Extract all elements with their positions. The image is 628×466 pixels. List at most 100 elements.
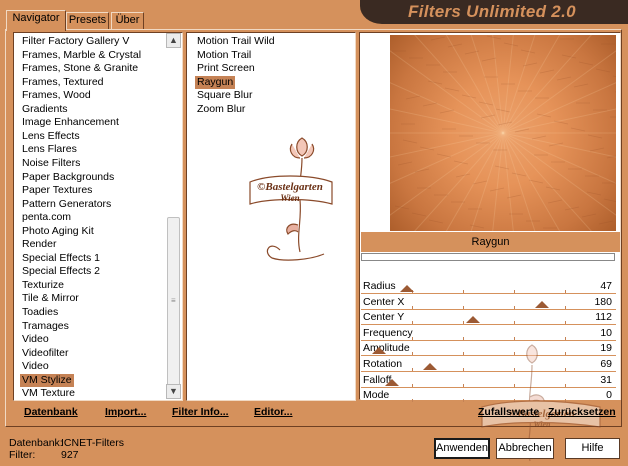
import-button[interactable]: Import... [105,405,146,419]
category-item[interactable]: Videofilter [20,347,71,360]
slider-tick [463,383,464,387]
param-value: 112 [595,311,612,324]
texture-stroke [570,127,586,132]
slider-tick [463,399,464,403]
ray-line [502,132,616,216]
param-row[interactable]: Radius 47 [361,279,616,295]
category-item[interactable]: Paper Backgrounds [20,171,116,184]
texture-stroke [444,87,460,92]
filter-item[interactable]: Motion Trail Wild [195,35,277,48]
raygun-texture [390,35,616,231]
slider-thumb[interactable] [372,347,386,355]
texture-stroke [411,212,427,217]
category-item[interactable]: Render [20,238,58,251]
category-item[interactable]: Photo Aging Kit [20,225,96,238]
scroll-down-arrow-icon[interactable]: ▼ [166,384,181,399]
filter-info-button[interactable]: Filter Info... [172,405,229,419]
texture-stroke [561,54,577,59]
scroll-thumb[interactable]: ≡ [167,217,180,387]
tab-presets[interactable]: Presets [66,12,109,29]
texture-stroke [439,109,455,114]
category-item[interactable]: Frames, Stone & Granite [20,62,140,75]
category-item[interactable]: Video [20,333,51,346]
slider-thumb[interactable] [466,316,480,324]
param-label: Mode [363,389,390,402]
category-item[interactable]: penta.com [20,211,73,224]
texture-stroke [556,76,572,81]
category-item[interactable]: VM Texture [20,387,77,400]
texture-stroke [573,83,589,88]
category-item[interactable]: Special Effects 2 [20,265,102,278]
slider-thumb[interactable] [535,300,549,308]
ray-line [502,132,561,231]
slider-thumb[interactable] [400,285,414,292]
ray-line [414,132,504,231]
texture-stroke [595,68,611,73]
tab-uber[interactable]: Über [111,12,144,29]
slider-tick [514,321,515,325]
category-item[interactable]: Noise Filters [20,157,82,170]
tab-navigator[interactable]: Navigator [6,10,66,31]
category-item[interactable]: Image Enhancement [20,116,121,129]
ray-line [502,132,616,158]
scroll-up-arrow-icon[interactable]: ▲ [166,33,181,48]
category-item[interactable]: Tramages [20,320,71,333]
category-item[interactable]: Video [20,360,51,373]
editor-button[interactable]: Editor... [254,405,293,419]
texture-stroke [598,220,614,225]
cancel-button[interactable]: Abbrechen [496,438,554,459]
category-item[interactable]: Filter Factory Gallery V [20,35,131,48]
category-item[interactable]: VM Stylize [20,373,74,387]
slider-tick [463,290,464,293]
category-item[interactable]: Toadies [20,306,60,319]
ray-line [445,132,504,231]
random-values-button[interactable]: Zufallswerte [478,405,539,419]
ray-line [492,35,504,134]
category-item[interactable]: Special Effects 1 [20,252,102,265]
category-item[interactable]: Lens Flares [20,143,79,156]
texture-stroke [511,172,527,177]
filter-item[interactable]: Square Blur [195,89,254,102]
texture-stroke [430,36,446,41]
app-title: Filters Unlimited 2.0 [408,2,576,21]
texture-stroke [402,139,418,144]
category-item[interactable]: Gradients [20,103,70,116]
texture-stroke [436,153,452,158]
reset-button[interactable]: Zurücksetzen [548,405,616,419]
slider-thumb[interactable] [385,378,399,386]
help-button[interactable]: Hilfe [565,438,620,459]
watermark-logo: ©Bastelgarten Wien [249,137,333,261]
param-row[interactable]: Center X 180 [361,295,616,311]
watermark-text-2: Wien [280,193,299,203]
ray-line [445,35,504,134]
category-list[interactable]: Filter Factory Gallery V Frames, Marble &… [13,32,183,401]
category-item[interactable]: Texturize [20,279,66,292]
category-item[interactable]: Pattern Generators [20,198,113,211]
texture-stroke [397,161,413,166]
filter-item[interactable]: Zoom Blur [195,103,247,116]
filter-item[interactable]: Raygun [195,75,236,89]
category-item[interactable]: Tile & Mirror [20,292,81,305]
slider-tick [412,321,413,325]
slider-tick [412,399,413,403]
param-row[interactable]: Center Y 112 [361,310,616,326]
slider-tick [412,352,413,356]
texture-stroke [422,102,438,107]
datenbank-button[interactable]: Datenbank [24,405,78,419]
db-label: Datenbank: [9,437,63,449]
category-item[interactable]: Frames, Textured [20,76,106,89]
param-label: Rotation [363,358,403,370]
preview-image[interactable] [390,35,616,231]
ray-line [390,108,504,134]
ray-line [414,35,504,134]
category-item[interactable]: Lens Effects [20,130,82,143]
category-item[interactable]: Frames, Wood [20,89,93,102]
apply-button[interactable]: Anwenden [434,438,490,459]
ray-line [502,108,616,134]
category-scrollbar[interactable]: ▲ ≡ ▼ [166,33,181,399]
category-item[interactable]: Frames, Marble & Crystal [20,49,143,62]
category-item[interactable]: Paper Textures [20,184,94,197]
slider-thumb[interactable] [423,363,437,370]
filter-item[interactable]: Motion Trail [195,49,253,62]
filter-item[interactable]: Print Screen [195,62,257,75]
